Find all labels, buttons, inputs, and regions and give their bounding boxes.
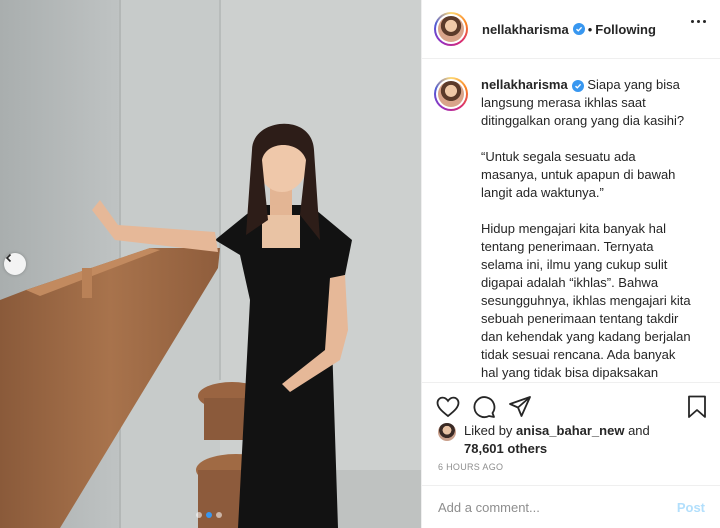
likes-prefix: Liked by [464, 423, 513, 438]
caption-username[interactable]: nellakharisma [481, 77, 568, 92]
share-icon[interactable] [508, 395, 532, 419]
caption: nellakharisma Siapa yang bisa langsung m… [481, 76, 695, 382]
more-options-icon[interactable] [691, 20, 706, 23]
photo-illustration [0, 0, 421, 528]
author-username[interactable]: nellakharisma [482, 22, 569, 37]
likes-summary: Liked by anisa_bahar_new and 78,601 othe… [438, 422, 650, 458]
carousel-dot [196, 512, 202, 518]
comment-form: Post [422, 485, 720, 528]
chevron-left-icon [5, 253, 12, 263]
carousel-indicator [196, 512, 222, 518]
author-avatar[interactable] [434, 12, 468, 46]
post-side-panel: nellakharisma • Following nellakharisma … [421, 0, 720, 528]
post-photo[interactable] [0, 0, 421, 528]
bookmark-icon[interactable] [687, 395, 707, 419]
caption-scroll-area[interactable]: nellakharisma Siapa yang bisa langsung m… [422, 60, 720, 382]
post-comment-button[interactable]: Post [677, 500, 705, 515]
action-bar [422, 382, 720, 422]
heart-icon[interactable] [436, 396, 460, 418]
likes-others-link[interactable]: 78,601 others [464, 441, 547, 456]
previous-slide-button[interactable] [4, 253, 26, 275]
liker-avatar[interactable] [438, 423, 456, 441]
caption-text: Siapa yang bisa langsung merasa ikhlas s… [481, 77, 691, 380]
carousel-dot [216, 512, 222, 518]
likes-and: and [628, 423, 650, 438]
comment-icon[interactable] [472, 395, 496, 419]
following-button[interactable]: Following [595, 22, 656, 37]
header-separator: • [587, 21, 593, 37]
carousel-dot-active [206, 512, 212, 518]
post-header: nellakharisma • Following [422, 0, 720, 59]
verified-badge-icon [571, 80, 584, 92]
post-timestamp[interactable]: 6 HOURS AGO [438, 462, 503, 472]
comment-input[interactable] [438, 499, 677, 515]
verified-badge-icon [572, 23, 585, 35]
liker-username[interactable]: anisa_bahar_new [516, 423, 624, 438]
caption-avatar[interactable] [434, 77, 468, 111]
